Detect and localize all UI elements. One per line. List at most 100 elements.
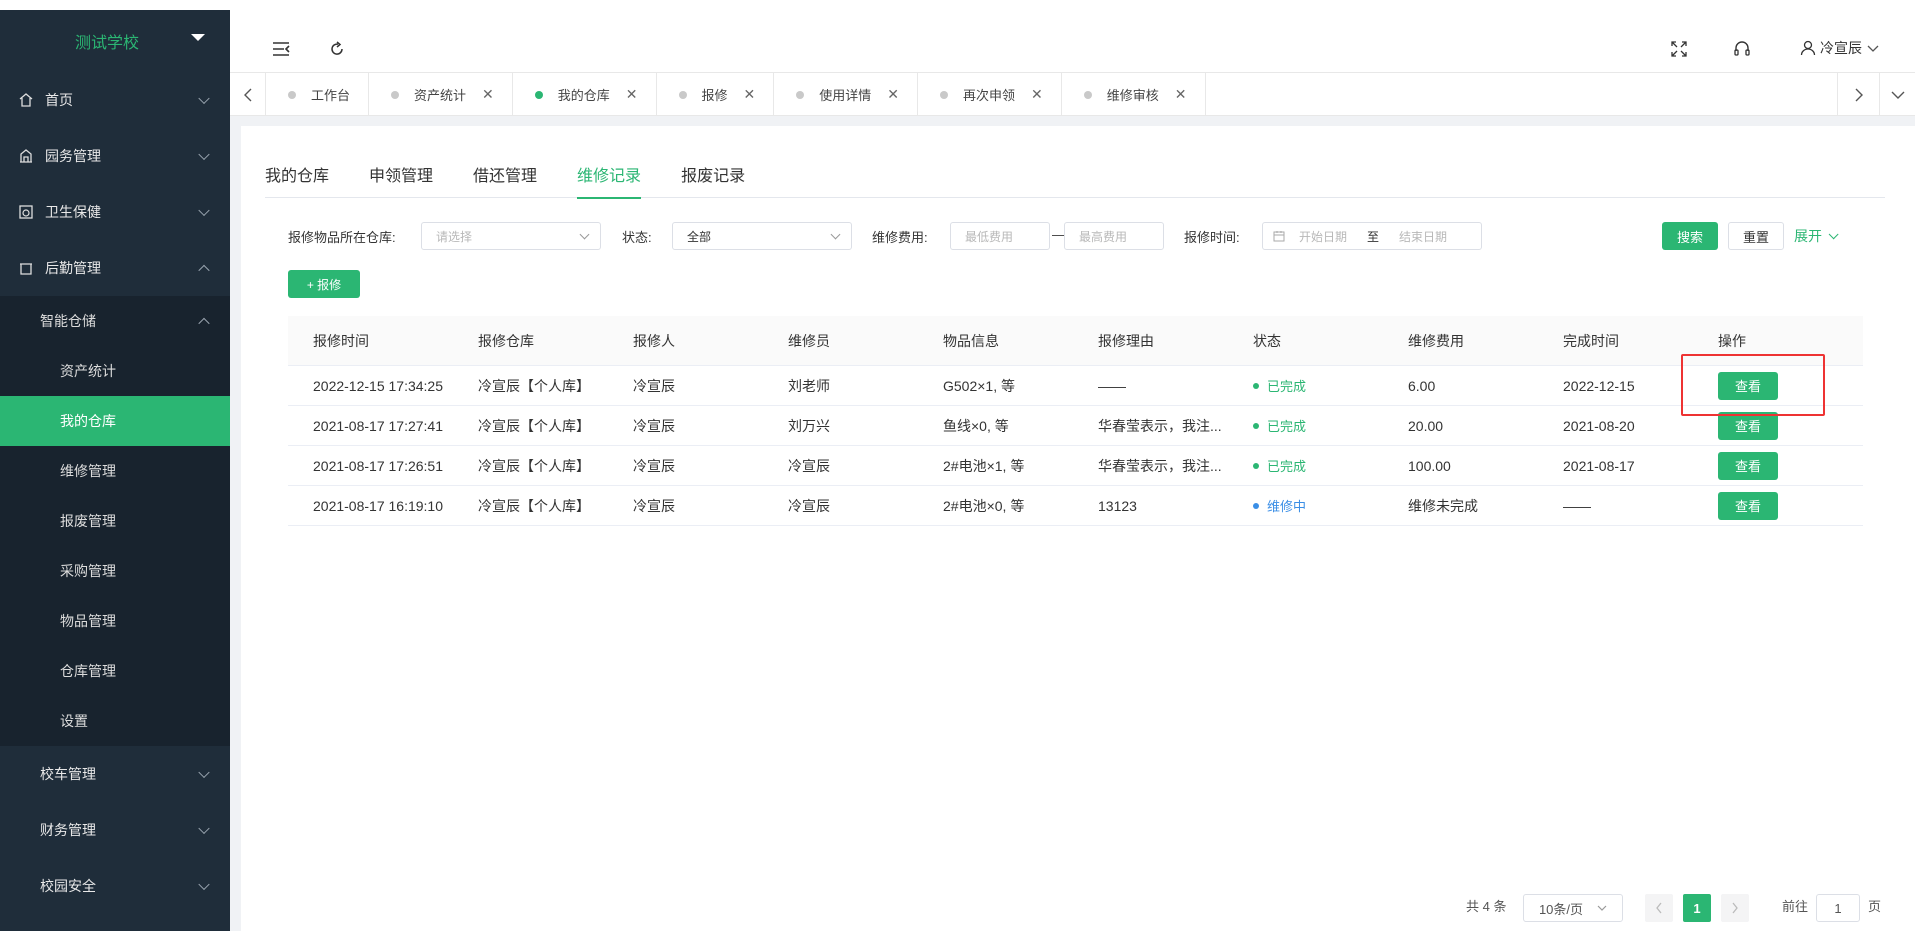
sidebar-item-campus-safety[interactable]: 校园安全 — [0, 858, 230, 914]
tab-usage-details[interactable]: 使用详情 ✕ — [774, 73, 919, 116]
sidebar-item-label: 财务管理 — [40, 822, 96, 838]
filter-bar: 报修物品所在仓库: 请选择 状态: 全部 维修费用: 最低费用 — 最高费用 报… — [288, 222, 1848, 250]
tab-reapply[interactable]: 再次申领 ✕ — [918, 73, 1062, 116]
user-menu[interactable]: 冷宣辰 — [1800, 38, 1880, 58]
sidebar-item-school-bus[interactable]: 校车管理 — [0, 746, 230, 802]
chevron-up-icon — [198, 264, 210, 277]
cell-reporter: 冷宣辰 — [633, 417, 675, 434]
cell-status: 已完成 — [1228, 456, 1383, 476]
status-text: 已完成 — [1267, 459, 1307, 475]
page-number-current[interactable]: 1 — [1683, 894, 1711, 922]
sidebar-item-asset-stats[interactable]: 资产统计 — [0, 346, 230, 396]
sidebar-item-label: 报废管理 — [60, 513, 116, 529]
goto-page-input[interactable]: 1 — [1816, 894, 1860, 922]
close-icon[interactable]: ✕ — [887, 86, 899, 103]
sidebar-item-purchase-manage[interactable]: 采购管理 — [0, 546, 230, 596]
add-repair-button[interactable]: + 报修 — [288, 270, 360, 298]
tab-repair-review[interactable]: 维修审核 ✕ — [1062, 73, 1206, 116]
column-header: 维修员 — [788, 332, 830, 349]
cell-repairer: 刘万兴 — [788, 417, 830, 434]
tabs-dropdown-icon[interactable] — [1879, 73, 1915, 116]
chevron-down-icon — [198, 878, 210, 891]
tab-status-dot — [678, 90, 687, 99]
chevron-down-icon — [1828, 228, 1839, 239]
chevron-down-icon — [1597, 905, 1607, 911]
chevron-down-icon — [198, 92, 210, 105]
sidebar-item-health[interactable]: 卫生保健 — [0, 184, 230, 240]
status-select[interactable]: 全部 — [672, 222, 852, 250]
sidebar-item-label: 我的仓库 — [60, 413, 116, 429]
close-icon[interactable]: ✕ — [482, 86, 494, 103]
table-row: 2021-08-17 16:19:10 冷宣辰【个人库】 冷宣辰 冷宣辰 2#电… — [288, 486, 1863, 526]
headset-icon[interactable] — [1731, 38, 1753, 60]
sidebar-item-warehouse-manage[interactable]: 仓库管理 — [0, 646, 230, 696]
search-button[interactable]: 搜索 — [1662, 222, 1718, 250]
menu-collapse-icon[interactable] — [270, 38, 292, 60]
tab-report-repair[interactable]: 报修 ✕ — [657, 73, 775, 116]
cell-warehouse: 冷宣辰【个人库】 — [478, 497, 590, 514]
tabs-scroll-right-icon[interactable] — [1837, 73, 1879, 116]
sidebar-item-goods-manage[interactable]: 物品管理 — [0, 596, 230, 646]
warehouse-select[interactable]: 请选择 — [421, 222, 601, 250]
date-range-picker[interactable]: 开始日期 至 结束日期 — [1262, 222, 1482, 250]
section-tabs: 我的仓库 申领管理 借还管理 维修记录 报废记录 — [265, 150, 1885, 199]
sidebar-item-label: 维修管理 — [60, 463, 116, 479]
cell-time: 2021-08-17 16:19:10 — [313, 497, 443, 514]
repair-records-table: 报修时间 报修仓库 报修人 维修员 物品信息 报修理由 状态 维修费用 完成时间… — [288, 316, 1863, 526]
tab-asset-stats[interactable]: 资产统计 ✕ — [369, 73, 513, 116]
refresh-icon[interactable] — [326, 38, 348, 60]
status-filter-label: 状态: — [622, 230, 652, 245]
sidebar-item-smart-storage[interactable]: 智能仓储 — [0, 296, 230, 346]
warehouse-select-placeholder: 请选择 — [436, 229, 473, 244]
sidebar-item-home[interactable]: 首页 — [0, 72, 230, 128]
start-date-placeholder: 开始日期 — [1299, 229, 1348, 244]
subtab-borrow-return[interactable]: 借还管理 — [473, 150, 537, 198]
sidebar-item-scrap-manage[interactable]: 报废管理 — [0, 496, 230, 546]
cell-items: G502×1, 等 — [943, 377, 1015, 394]
status-badge: 已完成 — [1253, 416, 1306, 435]
sidebar-item-settings[interactable]: 设置 — [0, 696, 230, 746]
view-button[interactable]: 查看 — [1718, 451, 1778, 480]
fullscreen-icon[interactable] — [1668, 38, 1690, 60]
subtab-repair-records[interactable]: 维修记录 — [577, 150, 642, 199]
next-page-button[interactable] — [1721, 894, 1749, 922]
cost-max-input[interactable]: 最高费用 — [1064, 222, 1164, 250]
subtab-my-warehouse[interactable]: 我的仓库 — [265, 150, 329, 198]
prev-page-button[interactable] — [1645, 894, 1673, 922]
status-badge: 已完成 — [1253, 376, 1306, 395]
cost-min-input[interactable]: 最低费用 — [950, 222, 1050, 250]
close-icon[interactable]: ✕ — [1031, 86, 1043, 103]
subtab-apply-manage[interactable]: 申领管理 — [369, 150, 433, 198]
status-dot — [1253, 462, 1259, 469]
expand-filters-toggle[interactable]: 展开 — [1794, 226, 1839, 246]
sidebar-item-campus-affairs[interactable]: 园务管理 — [0, 128, 230, 184]
reset-button[interactable]: 重置 — [1728, 222, 1784, 250]
tab-my-warehouse[interactable]: 我的仓库 ✕ — [513, 73, 657, 116]
sidebar-item-label: 智能仓储 — [40, 313, 96, 329]
table-row: 2021-08-17 17:27:41 冷宣辰【个人库】 冷宣辰 刘万兴 鱼线×… — [288, 406, 1863, 446]
status-text: 维修中 — [1267, 499, 1307, 515]
sidebar-item-logistics[interactable]: 后勤管理 — [0, 240, 230, 296]
sidebar-item-repair-manage[interactable]: 维修管理 — [0, 446, 230, 496]
building-icon — [20, 149, 32, 163]
table-header: 报修时间 报修仓库 报修人 维修员 物品信息 报修理由 状态 维修费用 完成时间… — [288, 316, 1863, 366]
view-button[interactable]: 查看 — [1718, 491, 1778, 520]
sidebar-item-my-warehouse[interactable]: 我的仓库 — [0, 396, 230, 446]
tabs-scroll-left-icon[interactable] — [230, 73, 266, 116]
cell-cost: 维修未完成 — [1408, 497, 1478, 514]
subtab-scrap-records[interactable]: 报废记录 — [681, 150, 745, 198]
tab-workbench[interactable]: 工作台 — [266, 73, 370, 116]
page-size-select[interactable]: 10条/页 — [1523, 894, 1623, 922]
close-icon[interactable]: ✕ — [626, 86, 638, 103]
column-header: 维修费用 — [1408, 332, 1464, 349]
caret-down-icon[interactable] — [191, 34, 205, 41]
end-date-placeholder: 结束日期 — [1399, 229, 1448, 244]
status-text: 已完成 — [1267, 419, 1307, 435]
sidebar-item-label: 仓库管理 — [60, 663, 116, 679]
sidebar-item-finance[interactable]: 财务管理 — [0, 802, 230, 858]
school-switcher[interactable]: 测试学校 — [0, 10, 230, 72]
cell-time: 2021-08-17 17:26:51 — [313, 457, 443, 474]
close-icon[interactable]: ✕ — [1175, 86, 1187, 103]
close-icon[interactable]: ✕ — [744, 86, 756, 103]
page-size-value: 10条/页 — [1538, 901, 1584, 917]
